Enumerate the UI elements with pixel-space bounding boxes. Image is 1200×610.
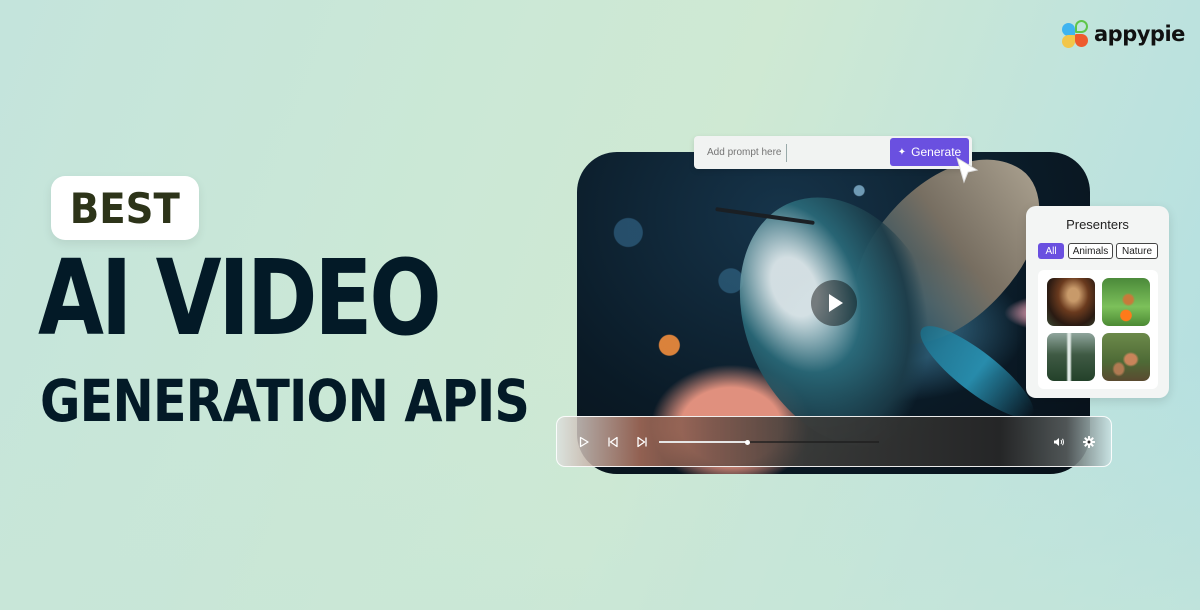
play-icon <box>579 436 589 448</box>
play-icon[interactable] <box>811 280 857 326</box>
skip-next-button[interactable] <box>635 435 649 449</box>
appypie-logo[interactable]: appypie <box>1062 20 1185 48</box>
progress-fill <box>659 441 747 443</box>
brand-name: appypie <box>1094 22 1185 46</box>
headline-line-2: GENERATION APIS <box>40 367 530 435</box>
skip-previous-icon <box>608 436 618 448</box>
skip-previous-button[interactable] <box>606 435 620 449</box>
thumbnail-foxes[interactable] <box>1102 333 1150 381</box>
settings-button[interactable] <box>1082 435 1096 449</box>
prompt-input[interactable] <box>694 136 884 169</box>
generate-button-label: Generate <box>911 145 962 159</box>
presenters-panel: Presenters All Animals Nature <box>1026 206 1169 398</box>
best-badge-text: BEST <box>69 183 181 233</box>
presenter-thumbnails <box>1038 270 1158 389</box>
volume-button[interactable] <box>1052 435 1066 449</box>
thumbnail-butterfly[interactable] <box>1102 278 1150 326</box>
presenters-title: Presenters <box>1066 217 1129 232</box>
progress-handle[interactable] <box>744 439 750 445</box>
appypie-logo-icon <box>1062 20 1090 48</box>
skip-next-icon <box>637 436 647 448</box>
filter-chip-animals[interactable]: Animals <box>1068 243 1113 259</box>
mouse-cursor-icon <box>956 156 979 184</box>
thumbnail-eagle[interactable] <box>1047 278 1095 326</box>
thumbnail-waterfall[interactable] <box>1047 333 1095 381</box>
play-button[interactable] <box>577 435 591 449</box>
filter-chip-all[interactable]: All <box>1038 243 1064 259</box>
volume-icon <box>1054 438 1064 446</box>
settings-icon <box>1083 436 1095 448</box>
progress-bar[interactable] <box>659 439 879 445</box>
text-caret <box>786 144 787 162</box>
player-controls <box>556 416 1112 467</box>
best-badge: BEST <box>51 176 199 240</box>
sparkle-icon: ✦ <box>897 146 907 158</box>
filter-chip-nature[interactable]: Nature <box>1116 243 1158 259</box>
headline-line-1: AI VIDEO <box>38 237 442 359</box>
